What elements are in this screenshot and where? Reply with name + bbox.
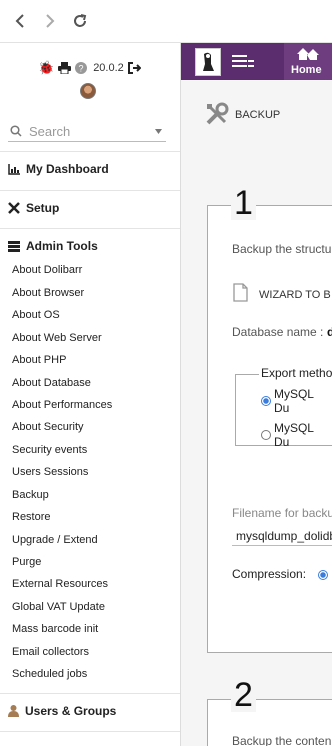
browser-toolbar [0, 0, 332, 43]
chevron-down-icon[interactable] [155, 129, 162, 134]
menu-item-about-php[interactable]: About PHP [12, 354, 66, 366]
tools-icon [206, 102, 229, 125]
forward-button[interactable] [39, 10, 61, 32]
logout-icon[interactable] [127, 62, 141, 74]
help-icon[interactable]: ? [75, 62, 88, 74]
menu-users-groups[interactable]: Users & Groups [8, 704, 116, 718]
print-icon[interactable] [58, 62, 72, 74]
reload-button[interactable] [69, 10, 91, 32]
menu-item-email-collectors[interactable]: Email collectors [12, 646, 89, 658]
hamburger-menu-icon[interactable] [232, 55, 254, 68]
back-button[interactable] [9, 10, 31, 32]
step2-intro: Backup the conten [232, 734, 332, 746]
user-toolbar: 🐞 ? 20.0.2 [38, 60, 141, 76]
search-icon [10, 125, 22, 137]
menu-item-about-performances[interactable]: About Performances [12, 399, 112, 411]
compression-radio[interactable] [318, 570, 328, 580]
database-name-label: Database name : [232, 325, 324, 339]
menu-my-dashboard[interactable]: My Dashboard [8, 162, 109, 176]
bug-icon[interactable]: 🐞 [38, 60, 54, 76]
arrow-left-icon [15, 14, 24, 28]
svg-text:?: ? [79, 64, 84, 74]
step1-intro: Backup the structu [232, 242, 332, 256]
filename-label: Filename for backu [232, 506, 332, 520]
main-content: BACKUP 1 Backup the structu WIZARD TO B … [181, 80, 332, 746]
top-menu-bar: Home [181, 43, 332, 80]
menu-item-backup[interactable]: Backup [12, 489, 49, 501]
menu-item-upgrade-extend[interactable]: Upgrade / Extend [12, 534, 98, 546]
avatar[interactable] [80, 83, 96, 99]
menu-item-purge[interactable]: Purge [12, 556, 41, 568]
radio-unchecked[interactable] [261, 430, 271, 440]
user-icon [8, 705, 19, 717]
chart-icon [8, 163, 20, 175]
left-menu: 🐞 ? 20.0.2 Search My Dashboard Setup Adm… [0, 43, 181, 746]
home-icon [297, 48, 319, 60]
reload-icon [74, 14, 87, 27]
search-box[interactable]: Search [8, 123, 166, 142]
home-tab[interactable]: Home [284, 43, 332, 80]
wizard-link[interactable]: WIZARD TO B [259, 289, 331, 301]
server-icon [8, 240, 20, 252]
menu-item-users-sessions[interactable]: Users Sessions [12, 466, 88, 478]
filename-input[interactable]: mysqldump_dolidb [232, 527, 332, 546]
menu-item-security-events[interactable]: Security events [12, 444, 87, 456]
radio-checked[interactable] [261, 396, 271, 406]
version-label: 20.0.2 [93, 62, 124, 74]
menu-item-about-web-server[interactable]: About Web Server [12, 332, 102, 344]
export-option-2[interactable]: MySQL Du [261, 421, 332, 449]
menu-item-restore[interactable]: Restore [12, 511, 51, 523]
menu-item-about-os[interactable]: About OS [12, 309, 60, 321]
menu-item-about-browser[interactable]: About Browser [12, 287, 84, 299]
compression-label: Compression: [232, 567, 307, 581]
tools-icon [8, 202, 20, 214]
menu-admin-tools[interactable]: Admin Tools [8, 239, 98, 253]
page-title: BACKUP [235, 109, 281, 121]
arrow-right-icon [46, 14, 55, 28]
menu-setup[interactable]: Setup [8, 201, 59, 215]
database-name-value: d [327, 325, 332, 339]
step1-number: 1 [231, 186, 256, 220]
menu-item-scheduled-jobs[interactable]: Scheduled jobs [12, 668, 87, 680]
menu-item-about-security[interactable]: About Security [12, 421, 84, 433]
step2-number: 2 [231, 678, 256, 712]
file-icon [233, 283, 248, 302]
export-method-legend: Export metho [259, 366, 332, 380]
search-input[interactable]: Search [29, 124, 70, 139]
export-option-1[interactable]: MySQL Du [261, 387, 332, 415]
company-logo[interactable] [195, 48, 221, 76]
menu-item-mass-barcode-init[interactable]: Mass barcode init [12, 623, 98, 635]
menu-item-global-vat-update[interactable]: Global VAT Update [12, 601, 105, 613]
menu-item-about-database[interactable]: About Database [12, 377, 91, 389]
menu-item-external-resources[interactable]: External Resources [12, 578, 108, 590]
menu-item-about-dolibarr[interactable]: About Dolibarr [12, 264, 82, 276]
